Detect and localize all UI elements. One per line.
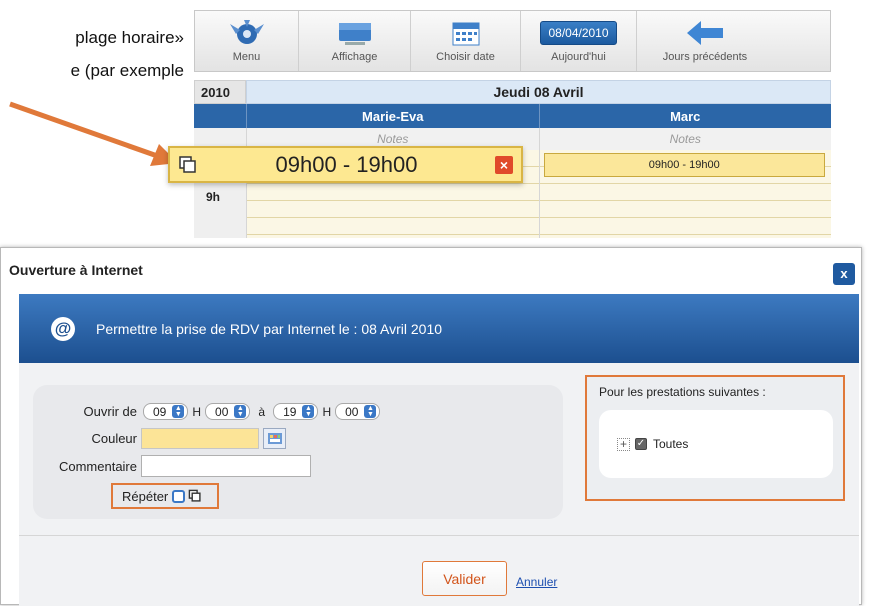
- menu-label: Menu: [232, 51, 261, 63]
- cell-marc[interactable]: 09h00 - 19h00: [538, 150, 831, 238]
- highlighted-slot[interactable]: 09h00 - 19h00 ×: [168, 146, 523, 183]
- prestations-panel: Pour les prestations suivantes : + ✓ Tou…: [585, 375, 845, 501]
- internet-opening-dialog: Ouverture à Internet x @ Permettre la pr…: [0, 247, 862, 606]
- slot-time: 09h00 - 19h00: [275, 151, 418, 177]
- dialog-close-button[interactable]: x: [833, 263, 855, 285]
- notes-marc[interactable]: Notes: [538, 128, 831, 150]
- calendar-toolbar: Menu Affichage Choisir date 08/04/2010 A…: [194, 10, 831, 72]
- affichage-label: Affichage: [331, 51, 378, 63]
- palette-icon: [267, 433, 282, 444]
- arrow-left-icon: [685, 18, 725, 48]
- time-row: Ouvrir de 09 ▲▼ H 00 ▲▼ à 19 ▲▼ H 00: [33, 403, 382, 420]
- ouvrir-label: Ouvrir de: [83, 404, 137, 419]
- choisir-date-label: Choisir date: [436, 51, 495, 63]
- repeat-option: Répéter: [111, 483, 219, 509]
- logo-icon: [226, 18, 268, 48]
- close-icon[interactable]: ×: [495, 155, 513, 174]
- affichage-button[interactable]: Affichage: [299, 11, 411, 71]
- repeat-icon: [188, 489, 201, 502]
- dialog-body: Ouvrir de 09 ▲▼ H 00 ▲▼ à 19 ▲▼ H 00: [19, 363, 859, 606]
- day-header: Jeudi 08 Avril: [246, 80, 831, 104]
- comment-row: Commentaire: [33, 455, 311, 477]
- tree-expand-icon[interactable]: +: [617, 437, 630, 451]
- previous-days-label: Jours précédents: [662, 51, 748, 63]
- display-icon: [335, 18, 375, 48]
- header-blank: [194, 104, 246, 128]
- menu-button[interactable]: Menu: [195, 11, 299, 71]
- to-minute-spinner[interactable]: 00 ▲ ▼: [335, 403, 381, 420]
- toutes-label: Toutes: [653, 437, 689, 451]
- divider: [19, 535, 859, 536]
- spinner-arrows-icon[interactable]: ▲ ▼: [172, 405, 185, 418]
- repeat-icon: [179, 155, 196, 173]
- comment-input[interactable]: [141, 455, 311, 477]
- commentaire-label: Commentaire: [58, 458, 137, 474]
- to-hour-spinner[interactable]: 19 ▲ ▼: [273, 403, 319, 420]
- annuler-link[interactable]: Annuler: [516, 575, 557, 589]
- column-header-marie-eva[interactable]: Marie-Eva: [246, 104, 539, 128]
- dialog-title: Ouverture à Internet: [9, 262, 143, 278]
- valider-button[interactable]: Valider: [422, 561, 507, 596]
- repeat-checkbox[interactable]: [172, 489, 186, 503]
- prestations-tree: + ✓ Toutes: [599, 410, 833, 478]
- color-picker-button[interactable]: [263, 428, 286, 449]
- spinner-arrows-icon[interactable]: ▲ ▼: [364, 405, 377, 418]
- spinner-arrows-icon[interactable]: ▲ ▼: [234, 405, 247, 418]
- couleur-label: Couleur: [91, 431, 137, 446]
- banner-text: Permettre la prise de RDV par Internet l…: [96, 320, 443, 337]
- at-icon: @: [51, 316, 75, 341]
- dialog-banner: @ Permettre la prise de RDV par Internet…: [19, 294, 859, 363]
- slot-marc[interactable]: 09h00 - 19h00: [543, 153, 825, 177]
- today-date: 08/04/2010: [540, 21, 617, 45]
- choisir-date-button[interactable]: Choisir date: [411, 11, 521, 71]
- year-cell: 2010: [194, 80, 246, 104]
- toutes-checkbox[interactable]: ✓: [635, 438, 647, 450]
- today-label: Aujourd'hui: [551, 51, 606, 63]
- color-input[interactable]: [141, 428, 259, 449]
- form-panel: Ouvrir de 09 ▲▼ H 00 ▲▼ à 19 ▲▼ H 00: [33, 385, 563, 519]
- column-header-marc[interactable]: Marc: [538, 104, 831, 128]
- spinner-arrows-icon[interactable]: ▲ ▼: [302, 405, 315, 418]
- repeter-label: Répéter: [122, 488, 169, 504]
- prestations-title: Pour les prestations suivantes :: [599, 385, 766, 399]
- previous-days-button[interactable]: Jours précédents: [637, 11, 773, 71]
- from-minute-spinner[interactable]: 00 ▲ ▼: [205, 403, 251, 420]
- from-hour-spinner[interactable]: 09 ▲ ▼: [143, 403, 189, 420]
- to-label: à: [258, 404, 266, 419]
- color-row: Couleur: [33, 428, 286, 449]
- today-button[interactable]: 08/04/2010 Aujourd'hui: [521, 11, 637, 71]
- calendar-icon: [451, 18, 481, 48]
